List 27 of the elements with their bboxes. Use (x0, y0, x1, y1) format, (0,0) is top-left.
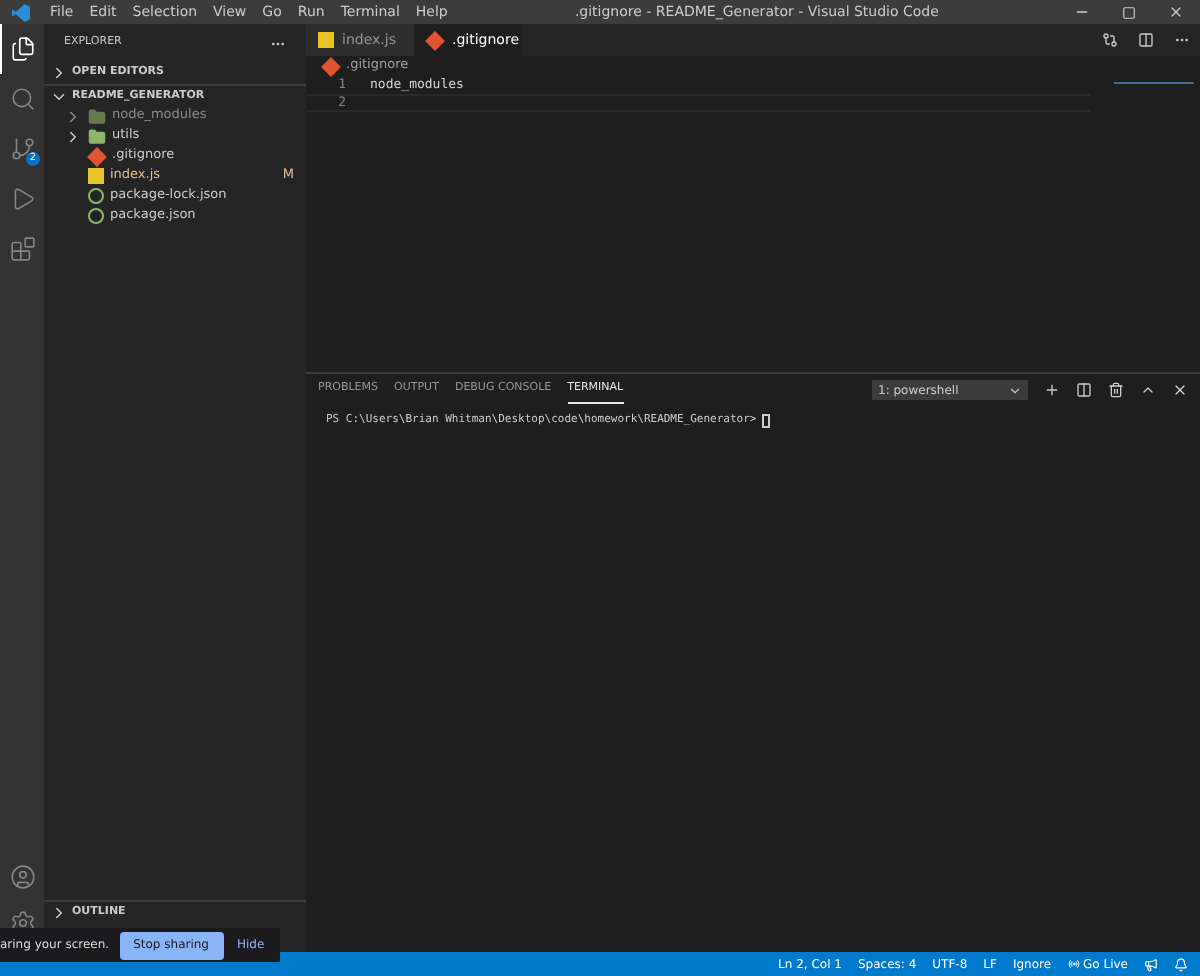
feedback-icon[interactable] (1144, 957, 1158, 971)
split-icon[interactable] (1076, 382, 1092, 398)
bell-icon[interactable] (1174, 957, 1188, 971)
js-file-icon (88, 168, 104, 184)
play-icon (10, 186, 36, 212)
js-file-icon (318, 32, 334, 48)
close-icon[interactable] (1168, 4, 1184, 20)
close-icon[interactable] (1172, 382, 1188, 398)
logo-icon (12, 3, 30, 21)
folder-icon (88, 107, 106, 125)
broadcast-icon (1067, 958, 1080, 970)
account-icon[interactable] (9, 864, 35, 890)
cursor (762, 413, 771, 428)
folder-icon (88, 127, 106, 145)
split-icon[interactable] (1138, 32, 1154, 48)
search-icon (10, 86, 36, 112)
compare-icon[interactable] (1102, 32, 1118, 48)
files-icon (10, 36, 36, 62)
blocks-icon (10, 236, 36, 262)
branch-icon (10, 136, 36, 162)
trash-icon[interactable] (1108, 382, 1124, 398)
chevron-right-icon (50, 904, 68, 922)
chevron-up-icon[interactable] (1140, 382, 1156, 398)
chevron-right-icon (50, 64, 68, 82)
plus-icon[interactable] (1044, 382, 1060, 398)
maximize-icon[interactable] (1122, 5, 1136, 19)
chevron-down-icon (1008, 383, 1022, 397)
